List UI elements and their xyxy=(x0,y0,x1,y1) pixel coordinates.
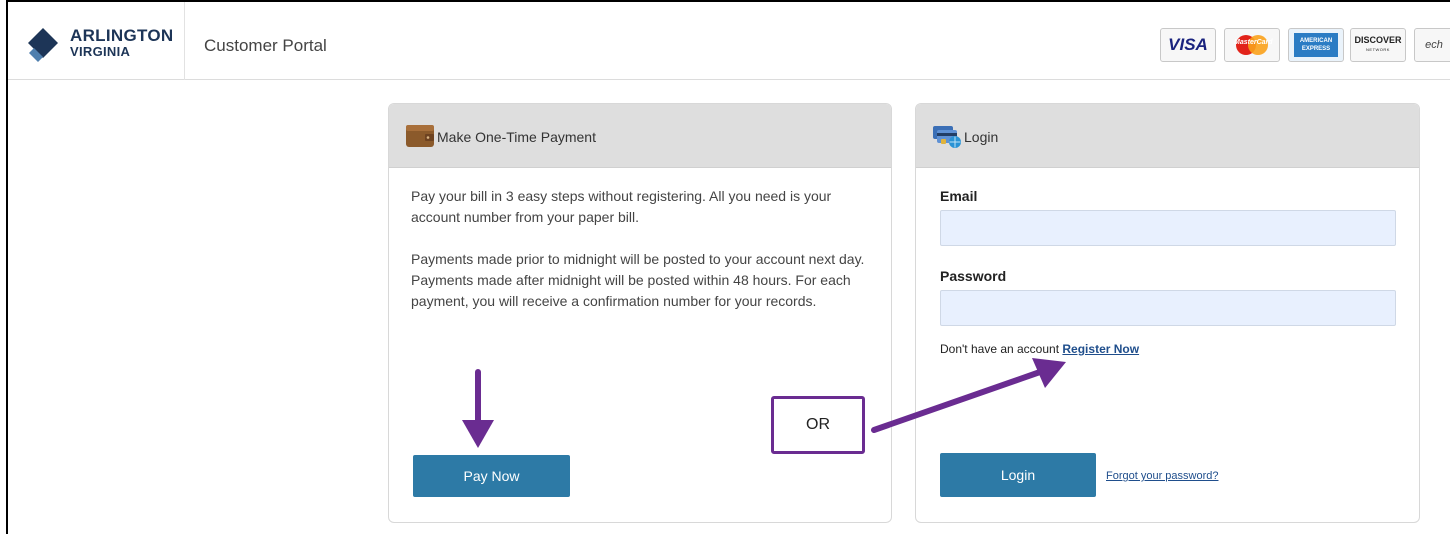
arlington-diamond-icon xyxy=(28,28,58,62)
amex-label-2: EXPRESS xyxy=(1301,46,1331,52)
arlington-logo[interactable]: ARLINGTON VIRGINIA xyxy=(20,24,180,64)
visa-label: VISA xyxy=(1168,35,1208,54)
discover-icon: DISCOVER NETWORK xyxy=(1350,28,1406,62)
mastercard-circles: MasterCard xyxy=(1232,33,1273,57)
login-panel: Login Email Password Don't have an accou… xyxy=(915,103,1420,523)
one-time-payment-panel: Make One-Time Payment Pay your bill in 3… xyxy=(388,103,892,523)
register-prompt: Don't have an account Register Now xyxy=(940,342,1139,356)
accepted-cards: VISA MasterCard AMERICAN EXPRESS DISCOVE… xyxy=(1160,28,1450,64)
discover-text: DISCOVER NETWORK xyxy=(1354,35,1401,55)
payment-instructions: Pay your bill in 3 easy steps without re… xyxy=(411,188,832,225)
payment-panel-title: Make One-Time Payment xyxy=(437,129,596,145)
header-divider xyxy=(184,2,185,80)
register-prompt-text: Don't have an account xyxy=(940,342,1060,356)
email-label: Email xyxy=(940,188,978,204)
pay-now-button[interactable]: Pay Now xyxy=(413,455,570,497)
payment-panel-header: Make One-Time Payment xyxy=(389,104,891,168)
mastercard-icon: MasterCard xyxy=(1224,28,1280,62)
site-header: ARLINGTON VIRGINIA Customer Portal VISA … xyxy=(8,2,1450,80)
amex-label-1: AMERICAN xyxy=(1299,38,1333,44)
mastercard-label: MasterCard xyxy=(1234,39,1273,46)
amex-icon: AMERICAN EXPRESS xyxy=(1288,28,1344,62)
amex-box: AMERICAN EXPRESS xyxy=(1294,33,1338,57)
email-field[interactable] xyxy=(940,210,1396,246)
portal-title: Customer Portal xyxy=(204,36,327,55)
or-annotation-box: OR xyxy=(771,396,865,454)
discover-sub-label: NETWORK xyxy=(1366,47,1390,52)
payment-panel-body: Pay your bill in 3 easy steps without re… xyxy=(389,168,891,351)
credit-cards-globe-icon xyxy=(933,126,961,148)
register-now-link[interactable]: Register Now xyxy=(1062,342,1139,356)
visa-icon: VISA xyxy=(1160,28,1216,62)
forgot-password-link[interactable]: Forgot your password? xyxy=(1106,470,1219,482)
password-label: Password xyxy=(940,268,1007,284)
login-panel-header: Login xyxy=(916,104,1419,168)
discover-label: DISCOVER xyxy=(1354,35,1402,45)
wallet-icon xyxy=(406,125,434,147)
echeck-label: ech xyxy=(1425,39,1443,51)
payment-posting-info: Payments made prior to midnight will be … xyxy=(411,251,865,309)
login-form: Email Password xyxy=(940,188,1396,326)
logo-text-arlington: ARLINGTON xyxy=(70,26,174,45)
password-field[interactable] xyxy=(940,290,1396,326)
login-panel-title: Login xyxy=(964,129,999,145)
login-button[interactable]: Login xyxy=(940,453,1096,497)
echeck-icon: ech xyxy=(1414,28,1450,62)
logo-text-virginia: VIRGINIA xyxy=(70,44,131,59)
